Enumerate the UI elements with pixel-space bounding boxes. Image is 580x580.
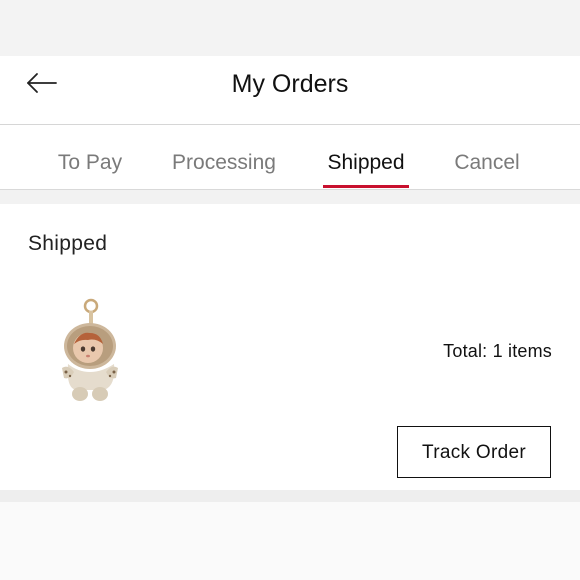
tab-processing[interactable]: Processing: [172, 125, 276, 189]
back-button[interactable]: [22, 68, 62, 108]
section-divider-bottom: [0, 490, 580, 502]
active-tab-indicator: [323, 185, 409, 188]
order-tabs: To Pay Processing Shipped Cancel: [0, 125, 580, 190]
order-status: Shipped: [28, 232, 108, 255]
plush-doll-image: [62, 298, 118, 401]
top-spacer: [0, 0, 580, 56]
section-divider: [0, 190, 580, 204]
tab-cancel[interactable]: Cancel: [454, 125, 519, 189]
page-title: My Orders: [231, 70, 349, 98]
product-thumbnail[interactable]: [58, 298, 128, 408]
arrow-left-icon: [27, 73, 57, 93]
header-bar: My Orders: [0, 56, 580, 125]
tab-shipped[interactable]: Shipped: [327, 125, 404, 189]
tab-to-pay[interactable]: To Pay: [58, 125, 122, 189]
order-total: Total: 1 items: [443, 341, 552, 361]
track-order-button[interactable]: Track Order: [397, 426, 551, 478]
next-order-card: [0, 502, 580, 580]
order-card: Shipped Total: 1 items Track Order: [0, 204, 580, 490]
